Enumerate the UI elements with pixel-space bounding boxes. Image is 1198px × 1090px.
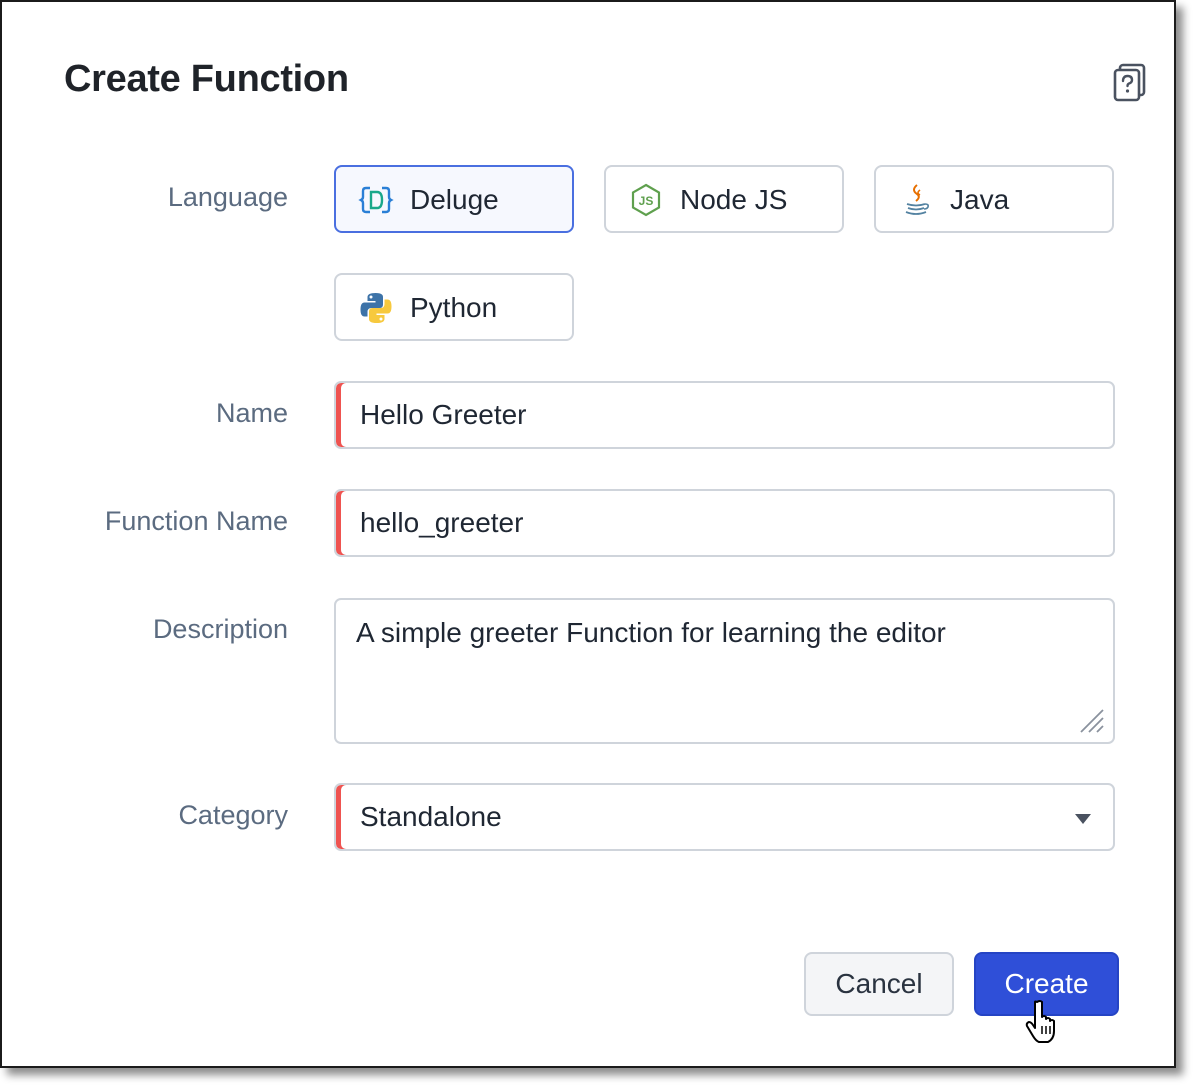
java-icon <box>898 182 934 218</box>
cancel-button[interactable]: Cancel <box>804 952 954 1016</box>
help-book-icon[interactable] <box>1112 62 1148 102</box>
language-option-label: Node JS <box>680 184 788 215</box>
category-select[interactable]: Standalone <box>334 783 1115 851</box>
language-option-label: Java <box>950 184 1010 215</box>
svg-text:JS: JS <box>639 194 654 208</box>
deluge-icon <box>358 182 394 218</box>
description-label: Description <box>152 614 288 644</box>
language-option-label: Python <box>410 292 498 323</box>
function-name-field[interactable] <box>334 489 1115 557</box>
language-option-java[interactable]: Java <box>874 165 1114 233</box>
function-name-label: Function Name <box>104 506 288 536</box>
python-icon <box>358 290 394 326</box>
language-option-deluge[interactable]: Deluge <box>334 165 574 233</box>
language-option-label: Deluge <box>410 184 499 215</box>
create-function-dialog: Create Function Language Deluge JS Node … <box>0 0 1176 1068</box>
hand-pointer-cursor-icon <box>1024 998 1064 1046</box>
name-field[interactable] <box>334 381 1115 449</box>
language-option-nodejs[interactable]: JS Node JS <box>604 165 844 233</box>
language-label: Language <box>167 182 288 212</box>
dialog-title: Create Function <box>64 58 349 100</box>
nodejs-icon: JS <box>628 182 664 218</box>
description-textarea[interactable]: A simple greeter Function for learning t… <box>356 616 1086 726</box>
resize-handle-icon[interactable] <box>1077 706 1105 734</box>
description-field[interactable]: A simple greeter Function for learning t… <box>334 598 1115 744</box>
language-option-python[interactable]: Python <box>334 273 574 341</box>
function-name-input[interactable] <box>360 505 1080 541</box>
name-input[interactable] <box>360 397 1080 433</box>
chevron-down-icon <box>1074 812 1092 824</box>
category-selected-value: Standalone <box>360 801 502 832</box>
category-label: Category <box>178 800 288 830</box>
name-label: Name <box>215 398 288 428</box>
